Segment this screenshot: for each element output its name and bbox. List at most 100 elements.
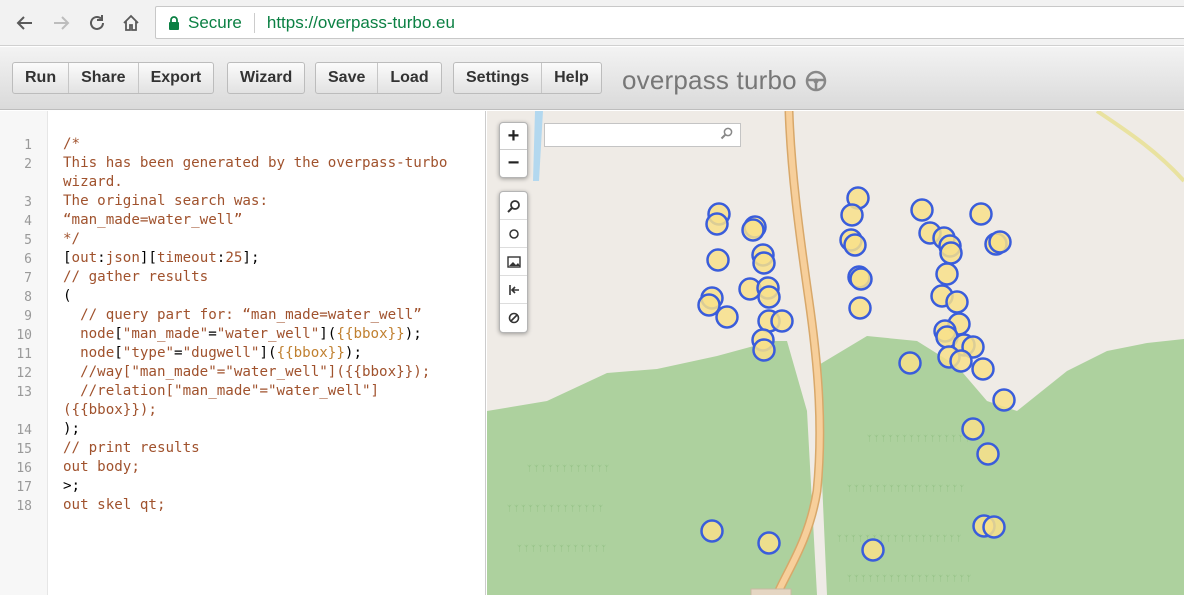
svg-text:ᛉ ᛉ ᛉ ᛉ ᛉ ᛉ ᛉ ᛉ ᛉ ᛉ ᛉ ᛉ ᛉ ᛉ ᛉ: ᛉ ᛉ ᛉ ᛉ ᛉ ᛉ ᛉ ᛉ ᛉ ᛉ ᛉ ᛉ ᛉ ᛉ ᛉ ᛉ ᛉ ᛉ: [837, 534, 961, 543]
water-well-marker[interactable]: [706, 248, 730, 272]
url-separator: [253, 12, 255, 33]
water-well-marker[interactable]: [757, 531, 781, 555]
code-line: wizard.: [63, 174, 123, 190]
code-token: json: [105, 250, 140, 266]
water-well-marker[interactable]: [741, 218, 765, 242]
water-well-marker[interactable]: [976, 442, 1000, 466]
brand-title: overpass turbo: [622, 65, 827, 96]
address-bar[interactable]: Secure https://overpass-turbo.eu: [155, 6, 1184, 39]
reload-button[interactable]: [84, 10, 110, 36]
code-token: out: [63, 459, 89, 475]
code-token: node: [63, 326, 115, 342]
water-well-marker[interactable]: [770, 309, 794, 333]
clear-icon: [508, 312, 519, 324]
code-token: =: [208, 326, 217, 342]
line-number: 11: [16, 347, 32, 362]
water-well-marker[interactable]: [945, 290, 969, 314]
water-well-marker[interactable]: [898, 351, 922, 375]
svg-text:ᛉ ᛉ ᛉ ᛉ ᛉ ᛉ ᛉ ᛉ ᛉ ᛉ ᛉ ᛉ ᛉ ᛉ: ᛉ ᛉ ᛉ ᛉ ᛉ ᛉ ᛉ ᛉ ᛉ ᛉ ᛉ ᛉ ᛉ ᛉ: [507, 504, 603, 513]
water-well-marker[interactable]: [849, 267, 873, 291]
line-number: 16: [16, 461, 32, 476]
save-button[interactable]: Save: [316, 63, 379, 93]
locate-button[interactable]: [500, 220, 527, 248]
code-line: );: [63, 421, 81, 437]
zoom-to-data-icon: [506, 199, 520, 213]
arrow-left-icon: [16, 16, 32, 30]
query-editor[interactable]: 1 2 3 4 5 6 7 8 9 10 11 12 13 14 15 16 1…: [0, 111, 486, 595]
code-token: );: [404, 326, 422, 342]
code-token: "man_made": [122, 326, 209, 342]
code-token: ][: [139, 250, 157, 266]
export-button[interactable]: Export: [139, 63, 214, 93]
water-well-marker[interactable]: [848, 296, 872, 320]
water-well-marker[interactable]: [982, 515, 1006, 539]
water-well-marker[interactable]: [961, 417, 985, 441]
code-token: {{bbox}}: [336, 326, 405, 342]
zoom-out-button[interactable]: −: [500, 150, 527, 177]
water-well-marker[interactable]: [969, 202, 993, 226]
code-line: >;: [63, 478, 81, 494]
code-token: "dugwell": [182, 345, 260, 361]
svg-text:ᛉ ᛉ ᛉ ᛉ ᛉ ᛉ ᛉ ᛉ ᛉ ᛉ ᛉ ᛉ: ᛉ ᛉ ᛉ ᛉ ᛉ ᛉ ᛉ ᛉ ᛉ ᛉ ᛉ ᛉ: [527, 464, 609, 473]
reload-icon: [90, 15, 104, 30]
wizard-button[interactable]: Wizard: [228, 63, 304, 93]
browser-toolbar: Secure https://overpass-turbo.eu: [0, 0, 1184, 46]
settings-button[interactable]: Settings: [454, 63, 543, 93]
back-button[interactable]: [12, 10, 38, 36]
url-text[interactable]: https://overpass-turbo.eu: [267, 13, 455, 33]
first-button[interactable]: [500, 276, 527, 304]
water-well-marker[interactable]: [700, 519, 724, 543]
water-well-marker[interactable]: [843, 233, 867, 257]
line-number: 15: [16, 442, 32, 457]
line-gutter: 1 2 3 4 5 6 7 8 9 10 11 12 13 14 15 16 1…: [0, 111, 48, 595]
code-token: ];: [242, 250, 260, 266]
export-image-button[interactable]: [500, 248, 527, 276]
svg-text:ᛉ ᛉ ᛉ ᛉ ᛉ ᛉ ᛉ ᛉ ᛉ ᛉ ᛉ ᛉ ᛉ ᛉ ᛉ: ᛉ ᛉ ᛉ ᛉ ᛉ ᛉ ᛉ ᛉ ᛉ ᛉ ᛉ ᛉ ᛉ ᛉ ᛉ ᛉ ᛉ: [847, 484, 964, 493]
help-button[interactable]: Help: [542, 63, 601, 93]
zoom-in-button[interactable]: +: [500, 123, 527, 150]
settings-help-group: Settings Help: [453, 62, 602, 94]
code-token: {{bbox}}: [276, 345, 345, 361]
code-token: [: [63, 250, 72, 266]
map-search-input[interactable]: [544, 123, 741, 147]
load-button[interactable]: Load: [378, 63, 440, 93]
first-icon: [508, 284, 519, 295]
home-icon: [123, 14, 139, 31]
zoom-to-data-button[interactable]: [500, 192, 527, 220]
lock-icon: [169, 15, 179, 30]
water-well-marker[interactable]: [939, 241, 963, 265]
water-well-marker[interactable]: [935, 262, 959, 286]
svg-text:ᛉ ᛉ ᛉ ᛉ ᛉ ᛉ ᛉ ᛉ ᛉ ᛉ ᛉ ᛉ ᛉ ᛉ ᛉ: ᛉ ᛉ ᛉ ᛉ ᛉ ᛉ ᛉ ᛉ ᛉ ᛉ ᛉ ᛉ ᛉ ᛉ ᛉ ᛉ ᛉ ᛉ: [847, 574, 971, 583]
code-token: [: [114, 345, 123, 361]
water-well-marker[interactable]: [840, 203, 864, 227]
code-token: body;: [88, 459, 140, 475]
code-line: ({{bbox}});: [63, 402, 157, 418]
line-number: 17: [16, 480, 32, 495]
water-well-marker[interactable]: [757, 285, 781, 309]
water-well-marker[interactable]: [949, 349, 973, 373]
code-line: node["type"="dugwell"]({{bbox}});: [63, 345, 362, 361]
run-group: Run Share Export: [12, 62, 215, 94]
line-number: 7: [24, 271, 32, 286]
water-well-marker[interactable]: [992, 388, 1016, 412]
app-toolbar: Run Share Export Wizard Save Load Settin…: [0, 47, 1184, 110]
home-button[interactable]: [118, 10, 144, 36]
water-well-marker[interactable]: [705, 212, 729, 236]
run-button[interactable]: Run: [13, 63, 70, 93]
clear-button[interactable]: [500, 304, 527, 332]
code-token: 25: [225, 250, 243, 266]
share-button[interactable]: Share: [69, 63, 139, 93]
water-well-marker[interactable]: [910, 198, 934, 222]
water-well-marker[interactable]: [752, 338, 776, 362]
line-number: 5: [24, 233, 32, 248]
map-canvas[interactable]: ᛉ ᛉ ᛉ ᛉ ᛉ ᛉ ᛉ ᛉ ᛉ ᛉ ᛉ ᛉ ᛉ ᛉ ᛉ ᛉ ᛉ ᛉ ᛉ ᛉ …: [487, 111, 1184, 595]
water-well-marker[interactable]: [715, 305, 739, 329]
locate-icon: [508, 228, 519, 239]
line-number: 8: [24, 290, 32, 305]
water-well-marker[interactable]: [971, 357, 995, 381]
map-view[interactable]: ᛉ ᛉ ᛉ ᛉ ᛉ ᛉ ᛉ ᛉ ᛉ ᛉ ᛉ ᛉ ᛉ ᛉ ᛉ ᛉ ᛉ ᛉ ᛉ ᛉ …: [487, 111, 1184, 595]
water-well-marker[interactable]: [752, 251, 776, 275]
water-well-marker[interactable]: [988, 230, 1012, 254]
water-well-marker[interactable]: [861, 538, 885, 562]
forward-button[interactable]: [48, 10, 74, 36]
